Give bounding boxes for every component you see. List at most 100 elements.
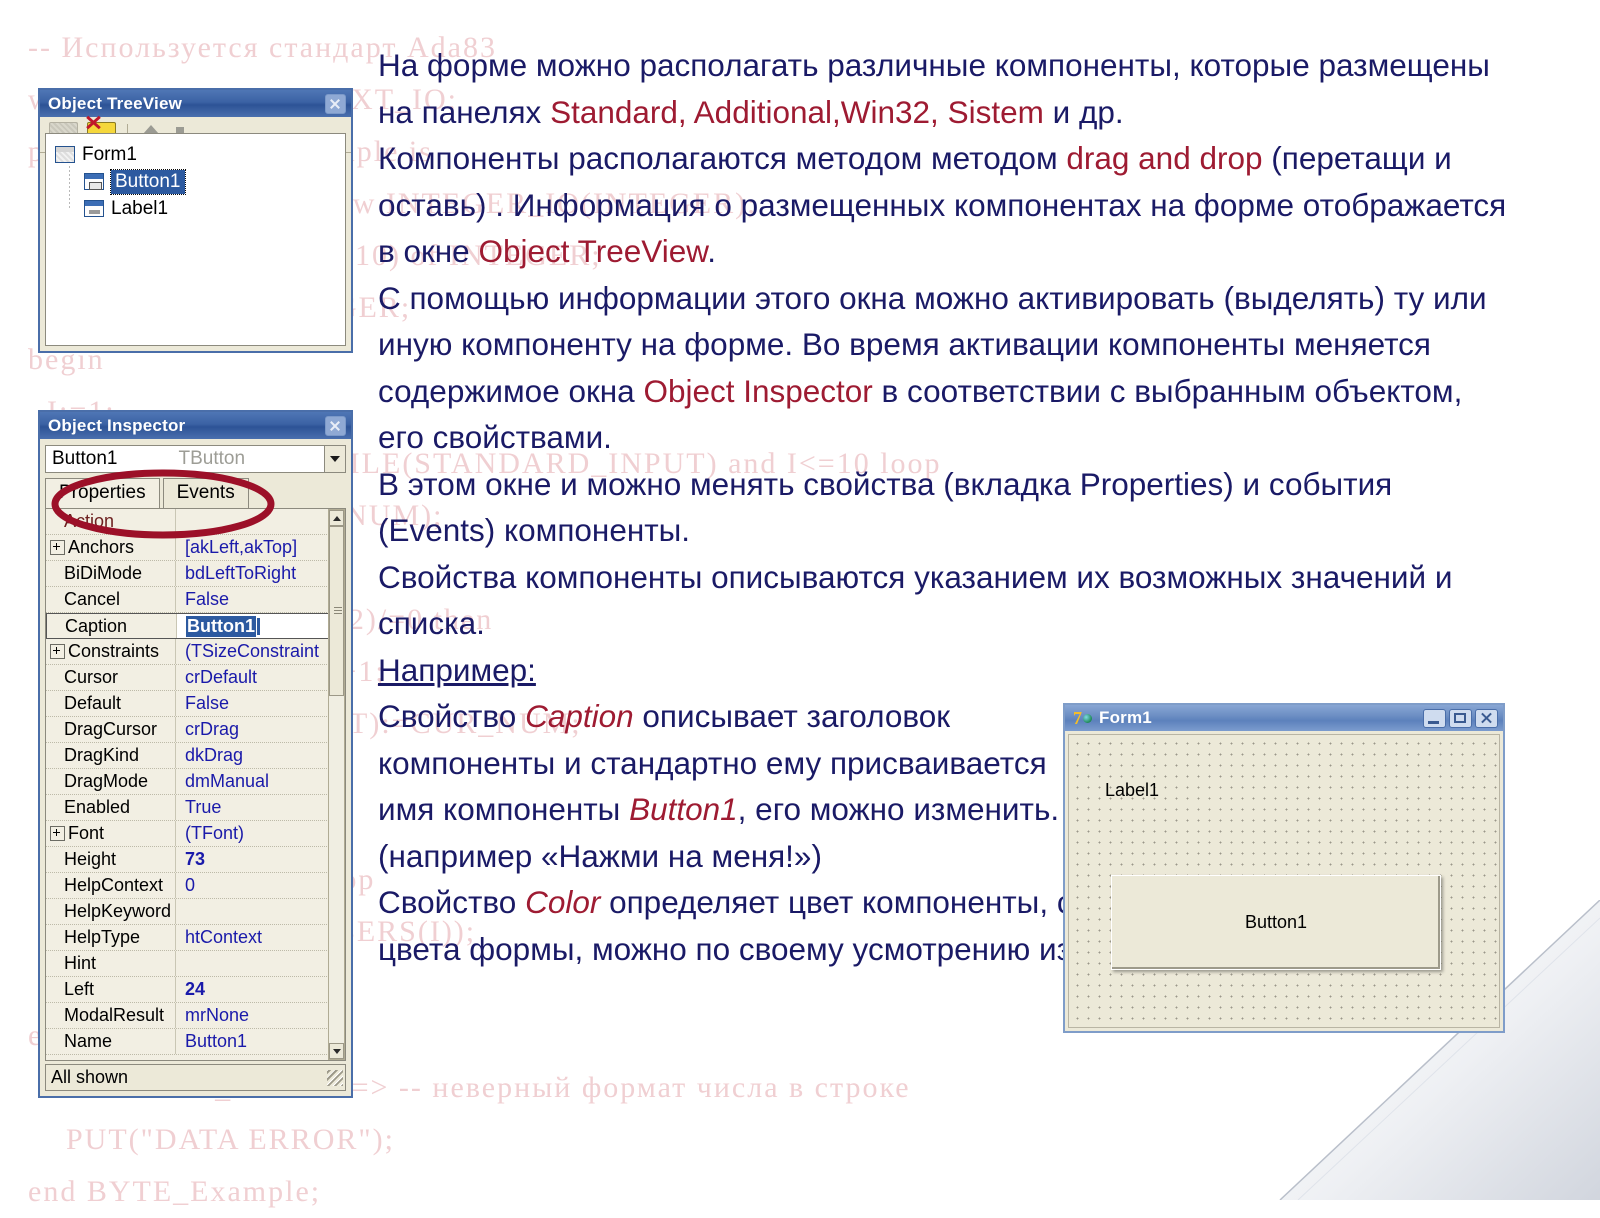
property-row[interactable]: Height 73	[46, 847, 345, 873]
property-row[interactable]: DragKind dkDrag	[46, 743, 345, 769]
property-row[interactable]: BiDiMode bdLeftToRight	[46, 561, 345, 587]
property-row[interactable]: Anchors [akLeft,akTop]	[46, 535, 345, 561]
example-label: Например:	[378, 651, 536, 688]
property-row[interactable]: ModalResult mrNone	[46, 1003, 345, 1029]
property-value[interactable]: bdLeftToRight	[176, 563, 296, 584]
property-grid[interactable]: Action Anchors [akLeft,akTop] BiDiMode bdLef…	[45, 508, 346, 1061]
inspector-tabs[interactable]: Properties Events	[45, 478, 346, 509]
tree-node-label: Form1	[82, 143, 137, 165]
object-treeview-highlight: Object TreeView	[478, 233, 708, 269]
property-row[interactable]: DragCursor crDrag	[46, 717, 345, 743]
property-value[interactable]: dmManual	[176, 771, 269, 792]
form-design-surface[interactable]: Label1 Button1	[1068, 734, 1500, 1028]
property-value[interactable]: mrNone	[176, 1005, 249, 1026]
property-value[interactable]: Button1	[177, 614, 344, 638]
tree-node-form1[interactable]: Form1	[46, 141, 345, 168]
scrollbar-thumb[interactable]	[329, 526, 344, 696]
resize-grip-icon[interactable]	[327, 1069, 343, 1086]
property-name: HelpType	[46, 925, 176, 950]
close-icon[interactable]	[325, 93, 346, 114]
property-row[interactable]: Name Button1	[46, 1029, 345, 1055]
form-label1[interactable]: Label1	[1105, 780, 1159, 801]
delphi7-icon: 7	[1073, 708, 1093, 728]
property-value[interactable]: 24	[176, 979, 205, 1000]
property-row[interactable]: Font (TFont)	[46, 821, 345, 847]
property-value[interactable]: (TSizeConstraint	[176, 641, 319, 662]
object-inspector-titlebar: Object Inspector	[40, 412, 351, 439]
expand-icon[interactable]	[50, 540, 65, 555]
paragraph-2: Компоненты располагаются методом методом…	[378, 140, 1507, 269]
chevron-down-icon[interactable]	[324, 446, 345, 472]
property-row[interactable]: Enabled True	[46, 795, 345, 821]
property-row[interactable]: Caption Button1	[46, 613, 345, 639]
window-title: Form1	[1099, 708, 1152, 727]
selected-component-name: Button1	[52, 448, 118, 469]
property-value[interactable]: [akLeft,akTop]	[176, 537, 297, 558]
status-text: All shown	[51, 1067, 129, 1087]
property-name: DragCursor	[46, 717, 176, 742]
scroll-up-icon[interactable]	[329, 510, 344, 526]
label-icon	[84, 200, 104, 217]
close-icon[interactable]	[1475, 708, 1498, 728]
property-row[interactable]: Constraints (TSizeConstraint	[46, 639, 345, 665]
tree-node-label: Button1	[110, 168, 186, 195]
close-icon[interactable]	[325, 415, 346, 436]
property-row[interactable]: HelpType htContext	[46, 925, 345, 951]
expand-icon[interactable]	[50, 826, 65, 841]
scrollbar-grip	[334, 607, 342, 615]
property-row[interactable]: Action	[46, 509, 345, 535]
property-row[interactable]: Hint	[46, 951, 345, 977]
property-row[interactable]: HelpKeyword	[46, 899, 345, 925]
property-value[interactable]: 73	[176, 849, 205, 870]
minimize-icon[interactable]	[1423, 708, 1446, 728]
tab-events[interactable]: Events	[162, 478, 249, 508]
property-row[interactable]: Left 24	[46, 977, 345, 1003]
drag-and-drop-highlight: drag and drop	[1066, 140, 1263, 176]
property-row[interactable]: Cancel False	[46, 587, 345, 613]
property-value[interactable]: False	[176, 589, 229, 610]
tree-node-button1[interactable]: Button1	[46, 168, 345, 195]
property-name: DragMode	[46, 769, 176, 794]
object-tree[interactable]: Form1 Button1 Label1	[45, 133, 346, 346]
property-name: HelpContext	[46, 873, 176, 898]
object-treeview-titlebar: Object TreeView	[40, 90, 351, 117]
property-value[interactable]: True	[176, 797, 221, 818]
scroll-down-icon[interactable]	[329, 1043, 344, 1059]
button-icon	[84, 173, 104, 190]
paragraph-1: На форме можно располагать различные ком…	[378, 47, 1490, 130]
property-value[interactable]: False	[176, 693, 229, 714]
property-row[interactable]: HelpContext 0	[46, 873, 345, 899]
property-name: Height	[46, 847, 176, 872]
maximize-icon[interactable]	[1449, 708, 1472, 728]
property-value[interactable]: Button1	[176, 1031, 247, 1052]
form-icon	[55, 146, 75, 163]
property-row[interactable]: Cursor crDefault	[46, 665, 345, 691]
tab-properties[interactable]: Properties	[45, 478, 160, 509]
button1-highlight: Button1	[629, 791, 738, 827]
property-name: DragKind	[46, 743, 176, 768]
property-value[interactable]: htContext	[176, 927, 262, 948]
property-value[interactable]: (TFont)	[176, 823, 244, 844]
object-treeview-window[interactable]: Object TreeView Form1 Button1 Label1	[38, 88, 353, 353]
property-name: Caption	[47, 614, 177, 638]
property-grid-scrollbar[interactable]	[328, 509, 345, 1060]
window-title: Object Inspector	[48, 415, 186, 435]
property-name: Action	[46, 509, 176, 534]
object-inspector-window[interactable]: Object Inspector Button1 TButton Propert…	[38, 410, 353, 1098]
form-designer-window[interactable]: 7 Form1 Label1 Button1	[1063, 703, 1505, 1033]
property-name: Cancel	[46, 587, 176, 612]
property-value[interactable]: dkDrag	[176, 745, 243, 766]
property-value[interactable]: crDrag	[176, 719, 239, 740]
property-value[interactable]: crDefault	[176, 667, 257, 688]
property-value[interactable]: 0	[176, 875, 195, 896]
property-row[interactable]: Default False	[46, 691, 345, 717]
tree-node-label1[interactable]: Label1	[46, 195, 345, 222]
component-selector-combobox[interactable]: Button1 TButton	[45, 445, 346, 473]
property-name: HelpKeyword	[46, 899, 176, 924]
property-name: Anchors	[46, 535, 176, 560]
expand-icon[interactable]	[50, 644, 65, 659]
form-button1[interactable]: Button1	[1111, 875, 1441, 970]
paragraph-3: С помощью информации этого окна можно ак…	[378, 279, 1487, 456]
property-name: Cursor	[46, 665, 176, 690]
property-row[interactable]: DragMode dmManual	[46, 769, 345, 795]
